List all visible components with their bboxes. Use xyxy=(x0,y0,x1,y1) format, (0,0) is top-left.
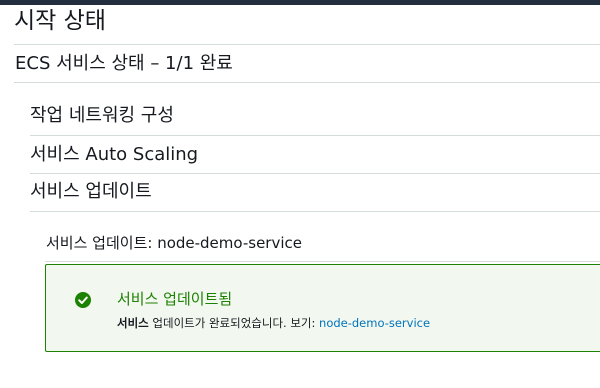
flash-body: 서비스 업데이트가 완료되었습니다. 보기: node-demo-service xyxy=(117,314,430,332)
service-link[interactable]: node-demo-service xyxy=(319,316,430,330)
check-circle-icon xyxy=(75,292,91,308)
divider xyxy=(14,44,600,45)
divider xyxy=(30,135,600,136)
divider xyxy=(30,211,600,212)
service-update-title: 서비스 업데이트: node-demo-service xyxy=(46,234,302,252)
page-title: 시작 상태 xyxy=(14,8,106,34)
divider xyxy=(30,173,600,174)
flash-body-bold: 서비스 xyxy=(117,316,149,330)
flash-body-text: 업데이트가 완료되었습니다. 보기: xyxy=(148,316,320,330)
flash-title: 서비스 업데이트됨 xyxy=(117,290,233,308)
success-flash-message: 서비스 업데이트됨 서비스 업데이트가 완료되었습니다. 보기: node-de… xyxy=(45,264,600,352)
step-service-auto-scaling[interactable]: 서비스 Auto Scaling xyxy=(30,142,198,168)
step-service-update[interactable]: 서비스 업데이트 xyxy=(30,179,152,205)
divider xyxy=(14,82,600,83)
divider xyxy=(45,261,600,262)
step-task-networking[interactable]: 작업 네트워킹 구성 xyxy=(30,103,174,129)
ecs-service-status-heading: ECS 서비스 상태 – 1/1 완료 xyxy=(15,53,233,74)
